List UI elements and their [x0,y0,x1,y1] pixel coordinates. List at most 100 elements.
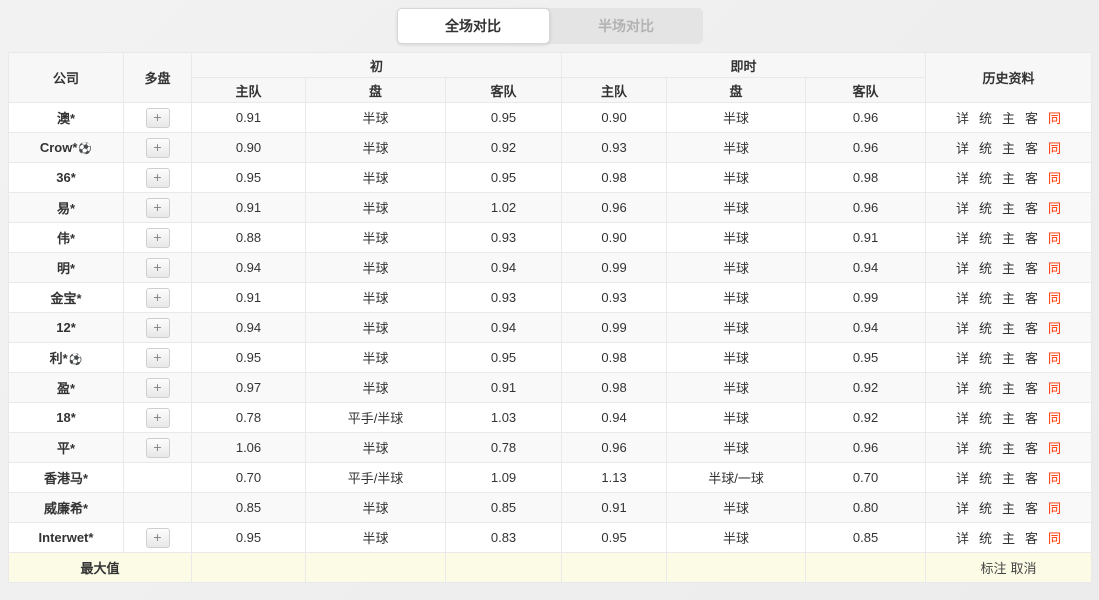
expand-multi-button[interactable]: + [146,168,170,188]
history-stats-link[interactable]: 统 [979,261,992,276]
live-home-odds: 1.13 [562,463,667,493]
history-same-link[interactable]: 同 [1048,351,1061,366]
history-stats-link[interactable]: 统 [979,381,992,396]
history-detail-link[interactable]: 详 [956,441,969,456]
history-detail-link[interactable]: 详 [956,171,969,186]
history-home-link[interactable]: 主 [1002,111,1015,126]
history-away-link[interactable]: 客 [1025,171,1038,186]
history-home-link[interactable]: 主 [1002,351,1015,366]
history-away-link[interactable]: 客 [1025,351,1038,366]
live-home-odds: 0.99 [562,253,667,283]
history-home-link[interactable]: 主 [1002,171,1015,186]
history-detail-link[interactable]: 详 [956,231,969,246]
history-same-link[interactable]: 同 [1048,471,1061,486]
tab-half-match-comparison[interactable]: 半场对比 [550,8,703,44]
history-same-link[interactable]: 同 [1048,411,1061,426]
history-stats-link[interactable]: 统 [979,441,992,456]
history-detail-link[interactable]: 详 [956,471,969,486]
history-stats-link[interactable]: 统 [979,201,992,216]
history-same-link[interactable]: 同 [1048,321,1061,336]
history-away-link[interactable]: 客 [1025,441,1038,456]
expand-multi-button[interactable]: + [146,438,170,458]
history-stats-link[interactable]: 统 [979,321,992,336]
expand-multi-button[interactable]: + [146,318,170,338]
history-away-link[interactable]: 客 [1025,471,1038,486]
history-stats-link[interactable]: 统 [979,141,992,156]
history-same-link[interactable]: 同 [1048,141,1061,156]
history-detail-link[interactable]: 详 [956,501,969,516]
tab-full-match-comparison[interactable]: 全场对比 [397,8,550,44]
expand-multi-button[interactable]: + [146,408,170,428]
history-same-link[interactable]: 同 [1048,531,1061,546]
history-home-link[interactable]: 主 [1002,321,1015,336]
expand-multi-button[interactable]: + [146,288,170,308]
history-detail-link[interactable]: 详 [956,291,969,306]
history-away-link[interactable]: 客 [1025,411,1038,426]
history-home-link[interactable]: 主 [1002,141,1015,156]
history-same-link[interactable]: 同 [1048,291,1061,306]
company-name: 12* [56,320,76,335]
history-stats-link[interactable]: 统 [979,111,992,126]
history-stats-link[interactable]: 统 [979,351,992,366]
history-detail-link[interactable]: 详 [956,111,969,126]
expand-multi-button[interactable]: + [146,348,170,368]
cancel-link[interactable]: 取消 [1011,561,1037,576]
expand-multi-button[interactable]: + [146,198,170,218]
expand-multi-button[interactable]: + [146,258,170,278]
expand-multi-button[interactable]: + [146,228,170,248]
history-away-link[interactable]: 客 [1025,111,1038,126]
history-away-link[interactable]: 客 [1025,231,1038,246]
history-same-link[interactable]: 同 [1048,261,1061,276]
history-stats-link[interactable]: 统 [979,171,992,186]
history-stats-link[interactable]: 统 [979,531,992,546]
history-detail-link[interactable]: 详 [956,261,969,276]
history-same-link[interactable]: 同 [1048,231,1061,246]
history-stats-link[interactable]: 统 [979,501,992,516]
initial-away-odds: 0.93 [446,223,562,253]
history-stats-link[interactable]: 统 [979,231,992,246]
company-name: 澳* [57,111,75,126]
history-away-link[interactable]: 客 [1025,201,1038,216]
footer-cell [806,553,926,583]
history-same-link[interactable]: 同 [1048,171,1061,186]
history-away-link[interactable]: 客 [1025,261,1038,276]
live-away-odds: 0.91 [806,223,926,253]
expand-multi-button[interactable]: + [146,138,170,158]
history-detail-link[interactable]: 详 [956,351,969,366]
history-detail-link[interactable]: 详 [956,381,969,396]
history-stats-link[interactable]: 统 [979,291,992,306]
history-same-link[interactable]: 同 [1048,111,1061,126]
history-detail-link[interactable]: 详 [956,201,969,216]
history-away-link[interactable]: 客 [1025,501,1038,516]
history-home-link[interactable]: 主 [1002,471,1015,486]
history-same-link[interactable]: 同 [1048,201,1061,216]
history-away-link[interactable]: 客 [1025,381,1038,396]
history-home-link[interactable]: 主 [1002,501,1015,516]
history-away-link[interactable]: 客 [1025,141,1038,156]
history-stats-link[interactable]: 统 [979,471,992,486]
history-away-link[interactable]: 客 [1025,321,1038,336]
history-away-link[interactable]: 客 [1025,531,1038,546]
history-home-link[interactable]: 主 [1002,261,1015,276]
expand-multi-button[interactable]: + [146,528,170,548]
history-home-link[interactable]: 主 [1002,411,1015,426]
history-detail-link[interactable]: 详 [956,411,969,426]
history-away-link[interactable]: 客 [1025,291,1038,306]
history-home-link[interactable]: 主 [1002,291,1015,306]
history-home-link[interactable]: 主 [1002,531,1015,546]
mark-link[interactable]: 标注 [981,561,1007,576]
history-detail-link[interactable]: 详 [956,321,969,336]
history-stats-link[interactable]: 统 [979,411,992,426]
history-detail-link[interactable]: 详 [956,141,969,156]
history-same-link[interactable]: 同 [1048,381,1061,396]
history-home-link[interactable]: 主 [1002,381,1015,396]
live-home-odds: 0.98 [562,373,667,403]
history-same-link[interactable]: 同 [1048,501,1061,516]
history-detail-link[interactable]: 详 [956,531,969,546]
history-home-link[interactable]: 主 [1002,231,1015,246]
expand-multi-button[interactable]: + [146,108,170,128]
history-home-link[interactable]: 主 [1002,201,1015,216]
history-home-link[interactable]: 主 [1002,441,1015,456]
expand-multi-button[interactable]: + [146,378,170,398]
history-same-link[interactable]: 同 [1048,441,1061,456]
